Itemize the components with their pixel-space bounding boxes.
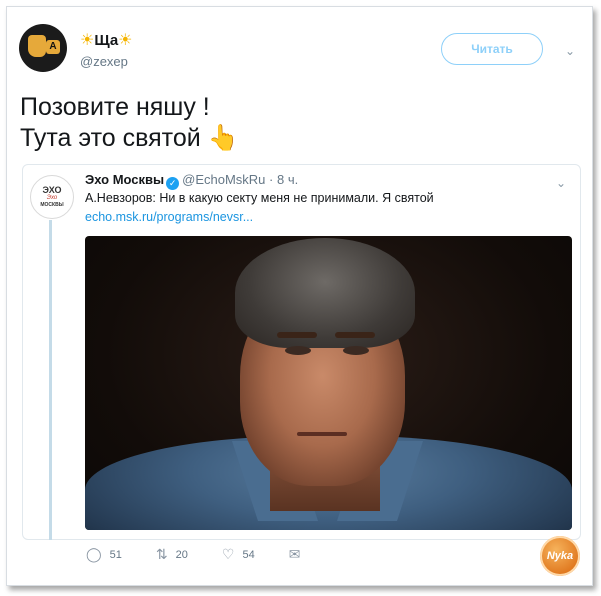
message-button[interactable]: ✉ [289, 546, 309, 563]
quoted-author-handle[interactable]: @EchoMskRu [182, 172, 265, 187]
sun-icon: ☀ [118, 32, 133, 49]
follow-button[interactable]: Читать [441, 33, 543, 65]
reply-button[interactable]: ◯ 51 [86, 546, 122, 563]
quoted-author-name[interactable]: Эхо Москвы [85, 172, 164, 187]
logo-line-1: ЭХО [42, 185, 62, 195]
separator-dot: · [269, 172, 274, 187]
hand-icon [28, 35, 46, 57]
reply-icon: ◯ [86, 546, 102, 562]
author-display-name[interactable]: ☀Ща☀ [80, 30, 133, 50]
pointing-up-icon: 👆 [207, 124, 239, 152]
logo-line-3: МОСКВЫ [40, 202, 64, 208]
like-count: 54 [242, 548, 255, 561]
photo-eye-right [343, 346, 369, 355]
action-bar: ◯ 51 ⇅ 20 ♡ 54 ✉ [86, 546, 342, 563]
retweet-icon: ⇅ [155, 546, 168, 562]
reply-count: 51 [109, 548, 122, 561]
chevron-down-icon[interactable]: ⌄ [556, 176, 566, 190]
photo-brow-left [277, 332, 317, 338]
author-name-text: Ща [94, 32, 119, 49]
avatar-badge: A [46, 40, 60, 54]
quoted-link[interactable]: echo.msk.ru/programs/nevsr... [85, 210, 253, 224]
chevron-down-icon[interactable]: ⌄ [565, 44, 575, 58]
photo-mouth [297, 432, 347, 436]
watermark-logo: Nyka [540, 536, 580, 576]
envelope-icon: ✉ [288, 546, 301, 562]
heart-icon: ♡ [221, 546, 235, 562]
author-avatar[interactable]: A [19, 24, 67, 72]
sun-icon: ☀ [80, 32, 95, 49]
photo-brow-right [335, 332, 375, 338]
photo-eye-left [285, 346, 311, 355]
photo-hair [235, 238, 415, 348]
verified-badge-icon: ✓ [166, 177, 180, 190]
logo-line-2: Эхо [46, 195, 58, 201]
retweet-button[interactable]: ⇅ 20 [156, 546, 188, 563]
quoted-header: Эхо Москвы ✓ @EchoMskRu · 8 ч. [85, 172, 298, 190]
tweet-line-1: Позовите няшу ! [20, 93, 210, 121]
quoted-author-avatar[interactable]: ЭХО Эхо МОСКВЫ [30, 175, 74, 219]
tweet-line-2: Тута это святой [20, 124, 201, 152]
like-button[interactable]: ♡ 54 [222, 546, 255, 563]
retweet-count: 20 [175, 548, 188, 561]
tweet-text: Позовите няшу ! Тута это святой 👆 [20, 92, 239, 154]
quoted-photo[interactable] [85, 236, 572, 530]
thread-line [49, 220, 52, 540]
quoted-timestamp[interactable]: 8 ч. [277, 172, 298, 187]
author-handle[interactable]: @zexep [80, 54, 128, 69]
quoted-text: А.Невзоров: Ни в какую секту меня не при… [85, 191, 434, 205]
